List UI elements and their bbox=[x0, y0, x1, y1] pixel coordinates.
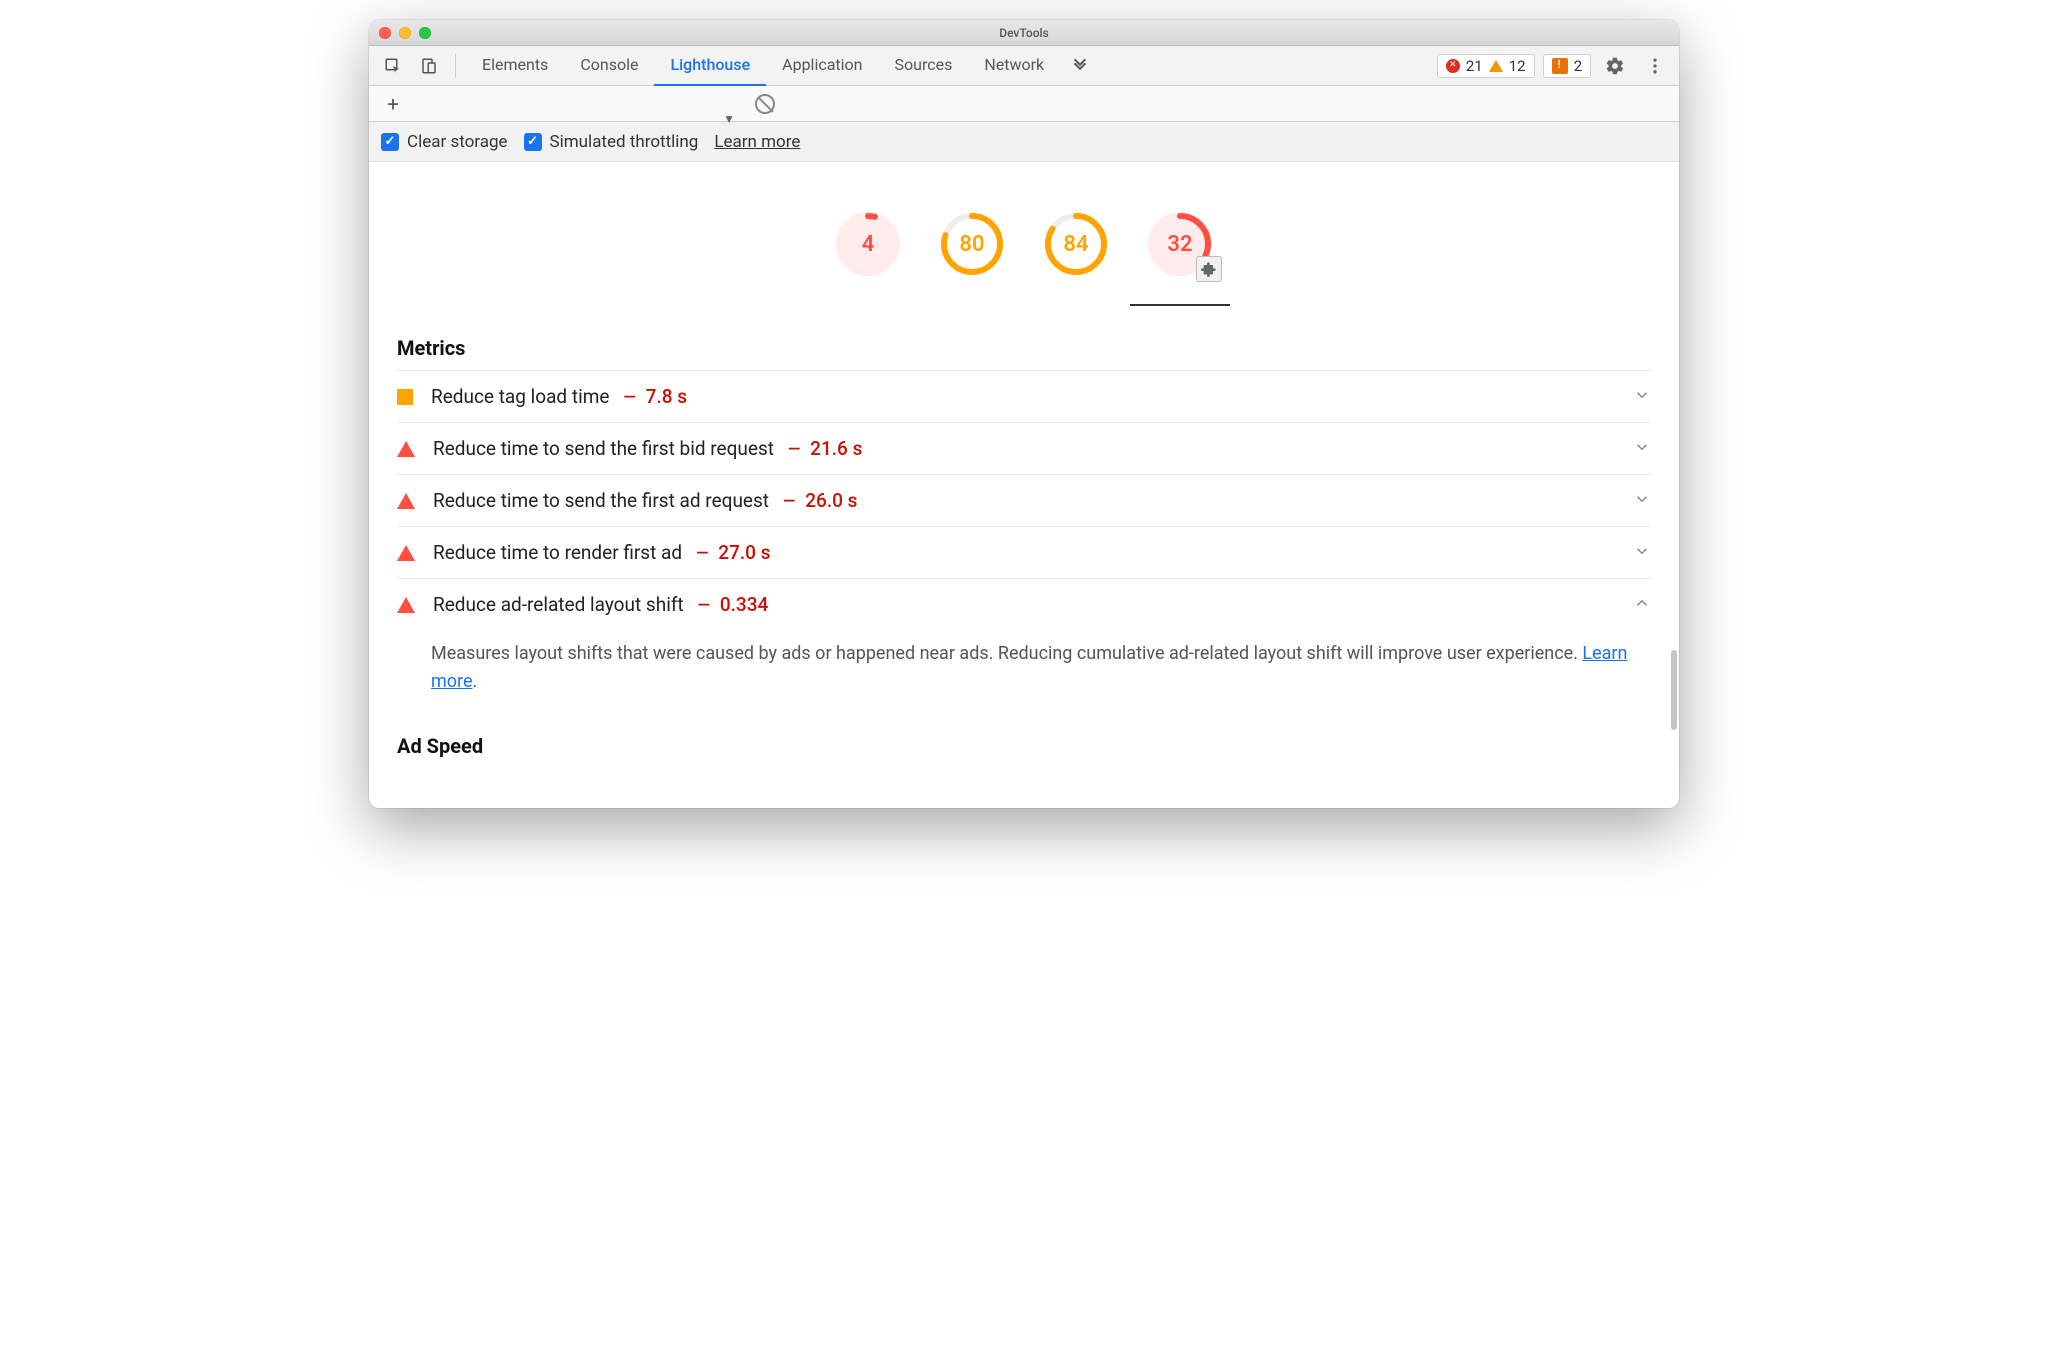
close-window-button[interactable] bbox=[379, 27, 391, 39]
tab-list: ElementsConsoleLighthouseApplicationSour… bbox=[466, 46, 1060, 86]
metric-description: Measures layout shifts that were caused … bbox=[397, 630, 1651, 702]
clear-storage-option[interactable]: Clear storage bbox=[381, 132, 508, 152]
metric-row[interactable]: Reduce time to render first ad — 27.0 s bbox=[397, 526, 1651, 578]
score-value: 4 bbox=[836, 212, 900, 276]
new-report-button[interactable]: + bbox=[379, 92, 407, 116]
chevron-down-icon bbox=[1633, 438, 1651, 460]
settings-icon[interactable] bbox=[1599, 50, 1631, 82]
warning-icon bbox=[1489, 60, 1503, 72]
titlebar: DevTools bbox=[369, 20, 1679, 46]
tab-console[interactable]: Console bbox=[564, 46, 654, 86]
panel-tabs-bar: ElementsConsoleLighthouseApplicationSour… bbox=[369, 46, 1679, 86]
simulated-throttling-option[interactable]: Simulated throttling bbox=[524, 132, 699, 152]
triangle-icon bbox=[397, 441, 415, 457]
square-icon bbox=[397, 389, 413, 405]
metric-row[interactable]: Reduce time to send the first bid reques… bbox=[397, 422, 1651, 474]
issues-counter[interactable]: 2 bbox=[1543, 54, 1591, 78]
tab-lighthouse[interactable]: Lighthouse bbox=[654, 46, 766, 86]
metrics-list: Reduce tag load time — 7.8 s Reduce time to… bbox=[397, 370, 1651, 702]
dropdown-caret-icon: ▼ bbox=[723, 112, 735, 126]
issues-icon bbox=[1552, 58, 1568, 74]
scrollbar-thumb[interactable] bbox=[1671, 650, 1677, 730]
metric-value: 0.334 bbox=[720, 593, 768, 616]
divider bbox=[455, 54, 456, 78]
more-tabs-icon[interactable] bbox=[1064, 50, 1096, 82]
error-warning-counter[interactable]: 21 12 bbox=[1437, 54, 1535, 78]
kebab-menu-icon[interactable] bbox=[1639, 50, 1671, 82]
zoom-window-button[interactable] bbox=[419, 27, 431, 39]
metric-row[interactable]: Reduce ad-related layout shift — 0.334 bbox=[397, 578, 1651, 630]
tab-application[interactable]: Application bbox=[766, 46, 878, 86]
metric-dash: — bbox=[698, 595, 710, 614]
ad-speed-section-title: Ad Speed bbox=[397, 734, 1651, 758]
metric-label: Reduce time to send the first ad request bbox=[433, 489, 769, 512]
simulated-throttling-label: Simulated throttling bbox=[550, 132, 699, 152]
triangle-icon bbox=[397, 545, 415, 561]
inspect-element-icon[interactable] bbox=[377, 50, 409, 82]
report-content: Metrics Reduce tag load time—7.8 sReduce… bbox=[369, 306, 1679, 808]
score-gauges: 4 80 84 32 bbox=[369, 162, 1679, 306]
toolbar-right: 21 12 2 bbox=[1437, 50, 1671, 82]
metric-dash: — bbox=[783, 491, 795, 510]
chevron-up-icon bbox=[1633, 594, 1651, 616]
chevron-down-icon bbox=[1633, 490, 1651, 512]
metric-value: 21.6 s bbox=[810, 437, 862, 460]
chevron-down-icon bbox=[1633, 386, 1651, 408]
metric-value: 26.0 s bbox=[805, 489, 857, 512]
metric-label: Reduce time to render first ad bbox=[433, 541, 682, 564]
clear-storage-label: Clear storage bbox=[407, 132, 508, 152]
lighthouse-toolbar: + ▼ bbox=[369, 86, 1679, 122]
tab-network[interactable]: Network bbox=[968, 46, 1060, 86]
metric-row[interactable]: Reduce time to send the first ad request… bbox=[397, 474, 1651, 526]
metrics-section-title: Metrics bbox=[397, 336, 1651, 360]
triangle-icon bbox=[397, 493, 415, 509]
chevron-down-icon bbox=[1633, 542, 1651, 564]
plugin-icon bbox=[1196, 256, 1222, 282]
lighthouse-options: Clear storage Simulated throttling Learn… bbox=[369, 122, 1679, 162]
error-icon bbox=[1446, 59, 1460, 73]
metric-value: 27.0 s bbox=[718, 541, 770, 564]
window-title: DevTools bbox=[369, 26, 1679, 40]
score-gauge[interactable]: 4 bbox=[836, 212, 900, 276]
minimize-window-button[interactable] bbox=[399, 27, 411, 39]
metric-dash: — bbox=[788, 439, 800, 458]
score-gauge[interactable]: 32 bbox=[1148, 212, 1212, 276]
metric-label: Reduce time to send the first bid reques… bbox=[433, 437, 774, 460]
checkbox-checked-icon[interactable] bbox=[381, 133, 399, 151]
error-count: 21 bbox=[1466, 57, 1483, 75]
clear-icon[interactable] bbox=[755, 94, 775, 114]
metric-label: Reduce tag load time bbox=[431, 385, 609, 408]
score-gauge[interactable]: 84 bbox=[1044, 212, 1108, 276]
learn-more-link[interactable]: Learn more bbox=[714, 132, 800, 152]
metric-dash: — bbox=[696, 543, 708, 562]
score-gauge[interactable]: 80 bbox=[940, 212, 1004, 276]
devtools-window: DevTools ElementsConsoleLighthouseApplic… bbox=[369, 20, 1679, 808]
device-toggle-icon[interactable] bbox=[413, 50, 445, 82]
window-controls bbox=[379, 27, 431, 39]
warning-count: 12 bbox=[1509, 57, 1526, 75]
metric-value: 7.8 s bbox=[646, 385, 687, 408]
metric-dash: — bbox=[623, 387, 635, 406]
score-value: 80 bbox=[940, 212, 1004, 276]
score-value: 84 bbox=[1044, 212, 1108, 276]
issues-count: 2 bbox=[1574, 57, 1582, 75]
triangle-icon bbox=[397, 597, 415, 613]
checkbox-checked-icon[interactable] bbox=[524, 133, 542, 151]
metric-label: Reduce ad-related layout shift bbox=[433, 593, 684, 616]
tab-elements[interactable]: Elements bbox=[466, 46, 564, 86]
tab-sources[interactable]: Sources bbox=[879, 46, 969, 86]
metric-row[interactable]: Reduce tag load time — 7.8 s bbox=[397, 370, 1651, 422]
